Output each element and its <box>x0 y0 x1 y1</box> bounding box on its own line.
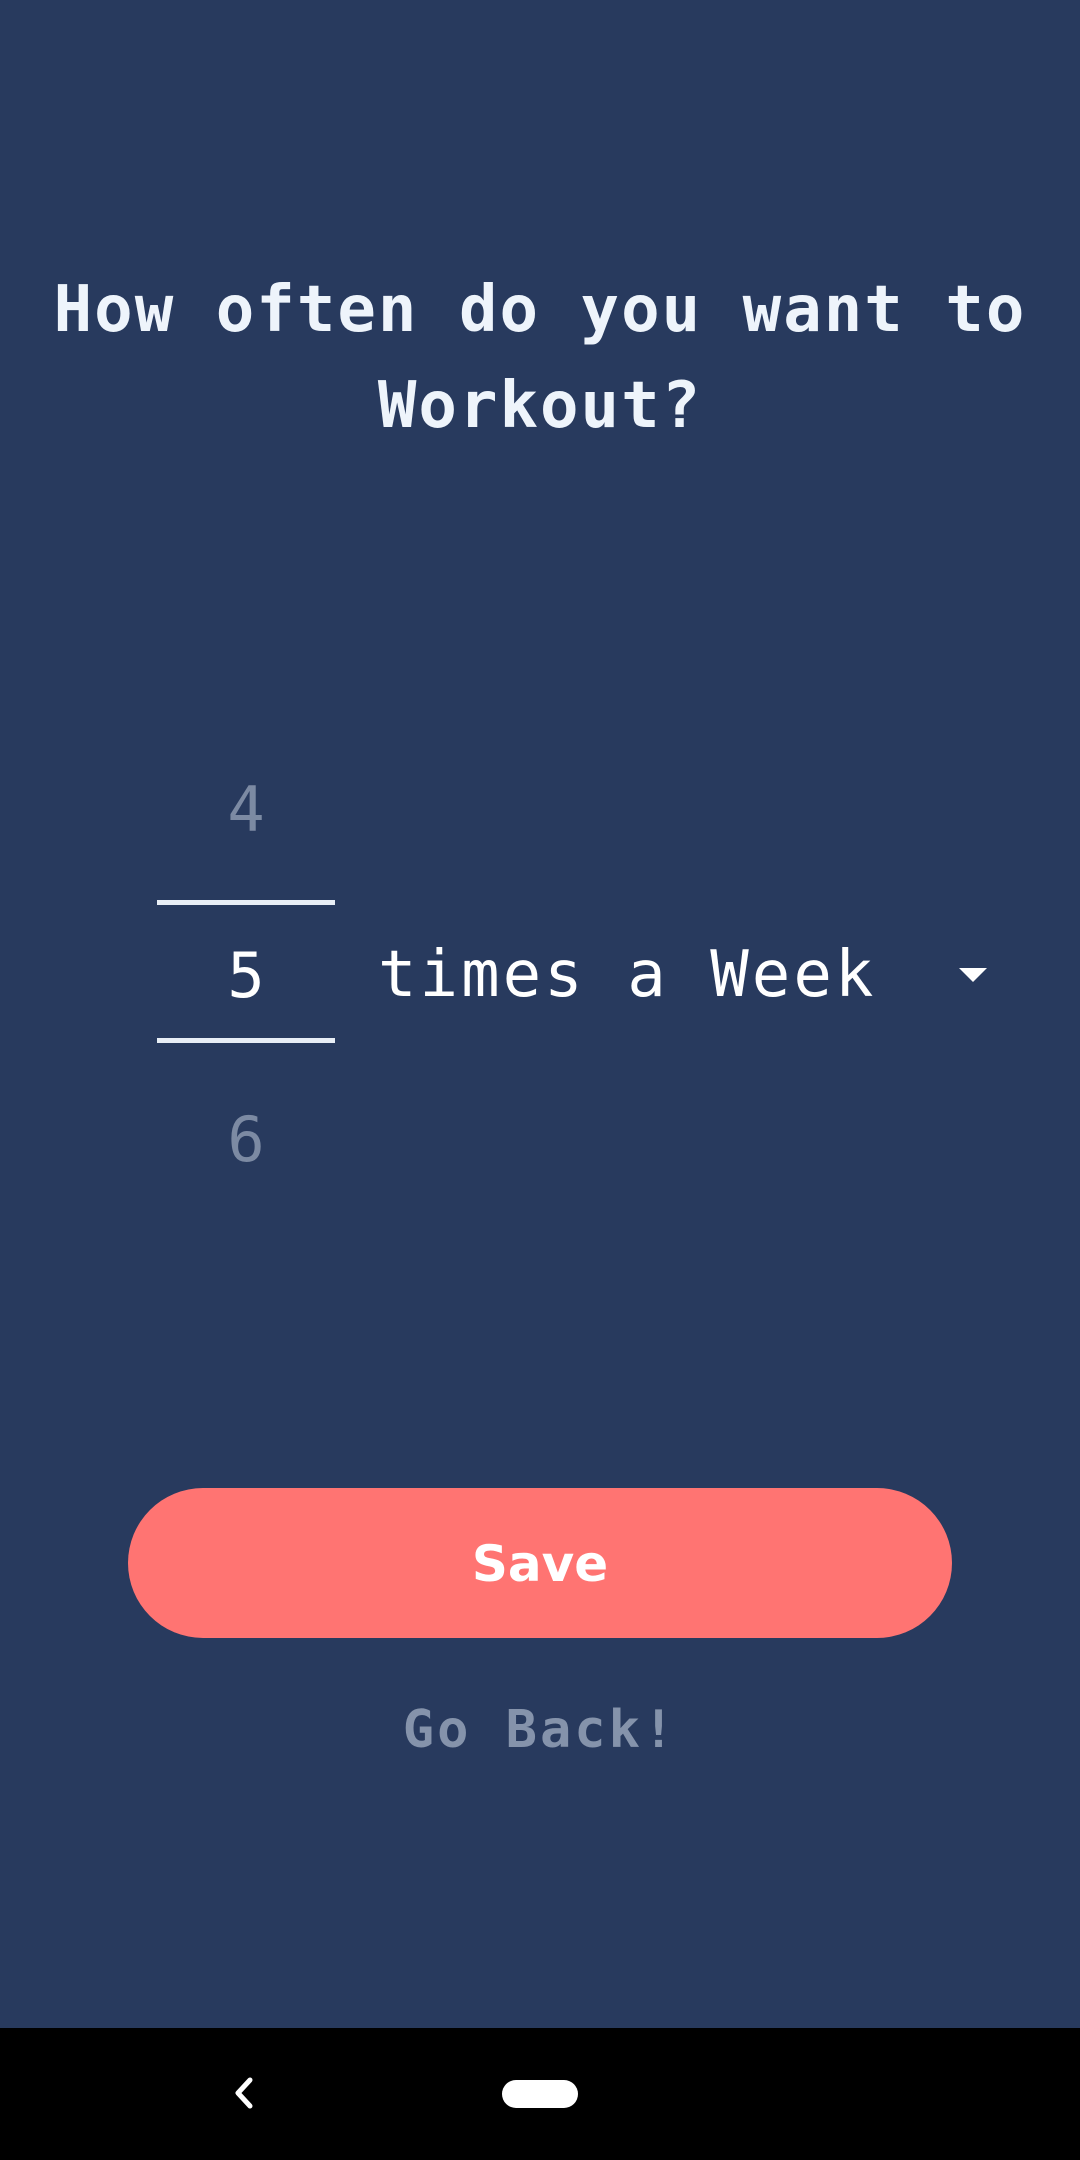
number-picker[interactable]: 4 5 6 <box>157 740 335 1176</box>
home-pill-icon[interactable] <box>502 2080 578 2108</box>
go-back-link[interactable]: Go Back! <box>0 1690 1080 1770</box>
workout-frequency-screen: How often do you want to Workout? 4 5 6 … <box>0 0 1080 2028</box>
picker-next-value[interactable]: 6 <box>157 1100 335 1180</box>
system-navigation-bar <box>0 2028 1080 2160</box>
chevron-left-icon[interactable] <box>220 2068 270 2118</box>
picker-previous-value[interactable]: 4 <box>157 770 335 850</box>
save-button[interactable]: Save <box>128 1488 952 1638</box>
frequency-dropdown-label: times a Week <box>378 938 877 1012</box>
picker-divider-bottom <box>157 1038 335 1043</box>
frequency-dropdown[interactable]: times a Week <box>378 930 998 1020</box>
picker-divider-top <box>157 900 335 905</box>
picker-current-value[interactable]: 5 <box>157 936 335 1016</box>
page-title: How often do you want to Workout? <box>53 273 1027 443</box>
dropdown-arrow-icon <box>959 968 987 982</box>
